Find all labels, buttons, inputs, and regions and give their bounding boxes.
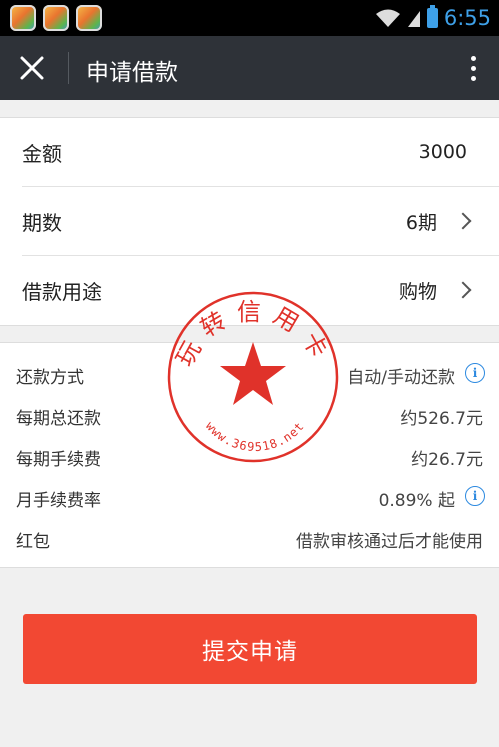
app-notification-icon [43,5,69,31]
app-notification-icon [10,5,36,31]
title-bar: 申请借款 [0,36,499,100]
close-icon [20,56,44,80]
detail-value: 约526.7元 [400,409,483,429]
fee-per-period-row: 每期手续费 约26.7元 [0,437,499,477]
submit-button[interactable]: 提交申请 [23,614,477,684]
periods-label: 期数 [22,210,62,235]
chevron-right-icon [454,212,472,230]
detail-value: 自动/手动还款 [347,368,455,388]
loan-form: 金额 3000 期数 6期 借款用途 购物 [0,117,499,326]
periods-row[interactable]: 期数 6期 [0,187,499,255]
loan-details: 还款方式 自动/手动还款 i 每期总还款 约526.7元 每期手续费 约26.7… [0,342,499,568]
total-per-period-row: 每期总还款 约526.7元 [0,396,499,436]
detail-value: 0.89% 起 [378,491,455,511]
detail-label: 每期手续费 [16,450,101,470]
repayment-method-row: 还款方式 自动/手动还款 i [0,355,499,395]
status-bar: 6:55 [0,0,499,36]
red-packet-row: 红包 借款审核通过后才能使用 [0,519,499,559]
amount-value[interactable]: 3000 [419,141,467,163]
signal-icon [407,11,420,27]
detail-label: 还款方式 [16,368,84,388]
battery-icon [426,5,438,28]
purpose-label: 借款用途 [22,279,102,304]
amount-label: 金额 [22,141,62,166]
monthly-fee-rate-row: 月手续费率 0.89% 起 i [0,478,499,518]
app-notification-icon [76,5,102,31]
more-menu-button[interactable] [463,50,483,86]
detail-label: 月手续费率 [16,491,101,511]
purpose-row[interactable]: 借款用途 购物 [0,256,499,324]
detail-label: 每期总还款 [16,409,101,429]
detail-value: 借款审核通过后才能使用 [296,532,483,552]
status-time: 6:55 [443,6,491,30]
chevron-right-icon [454,281,472,299]
more-dots-icon [470,55,476,61]
page-title: 申请借款 [86,60,178,86]
title-divider [68,52,69,84]
info-icon[interactable]: i [465,363,485,383]
detail-label: 红包 [16,532,50,552]
periods-value: 6期 [405,211,437,234]
detail-value: 约26.7元 [411,450,483,470]
amount-row[interactable]: 金额 3000 [0,118,499,186]
close-button[interactable] [14,50,50,86]
info-icon[interactable]: i [465,486,485,506]
purpose-value: 购物 [398,280,437,303]
wifi-icon [375,9,400,27]
